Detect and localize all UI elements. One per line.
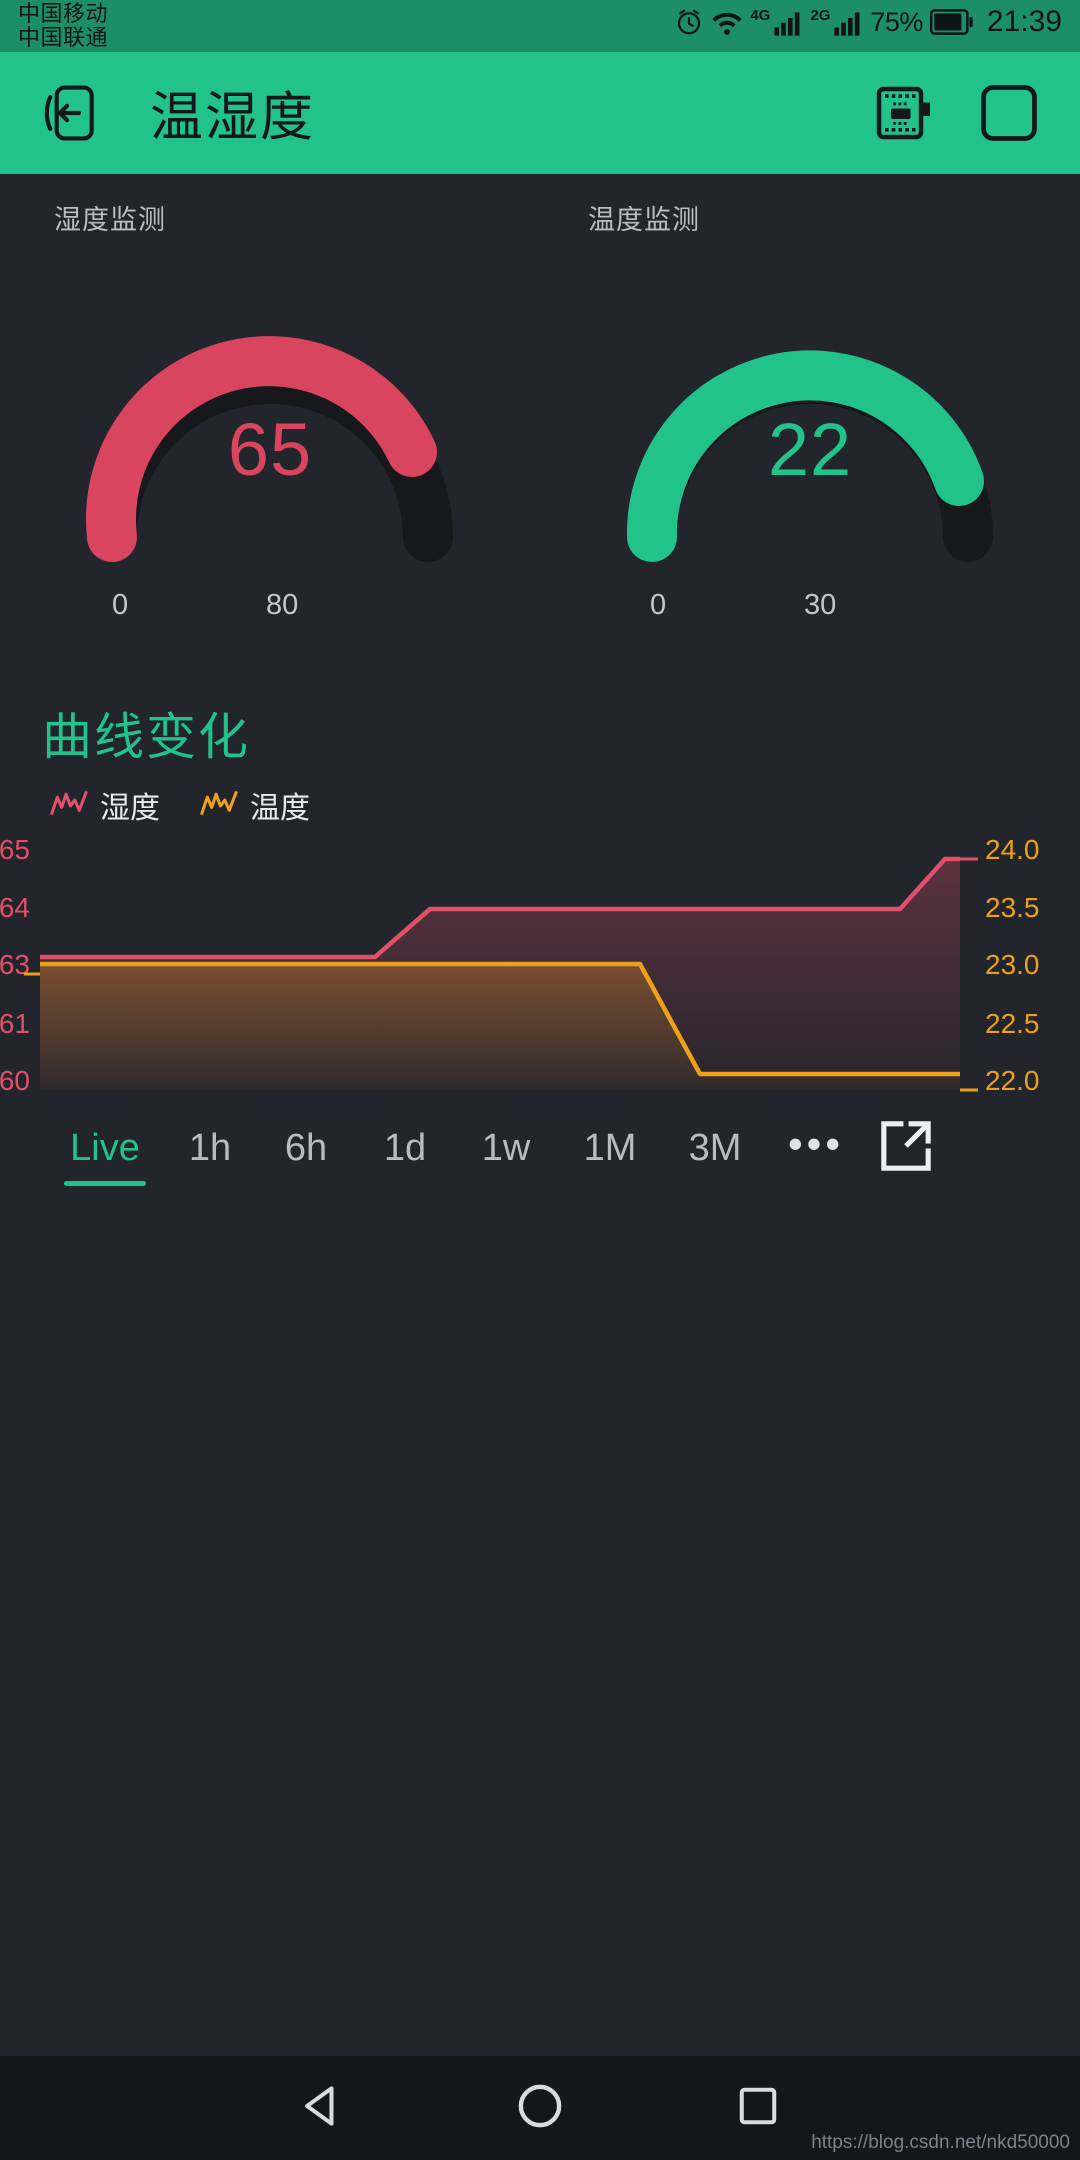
chart-section: 曲线变化 湿度 温度 65 64 63 61 60 24.0 23.5 23.0… [0, 697, 1080, 1189]
watermark-text: https://blog.csdn.net/nkd50000 [811, 2132, 1070, 2153]
network-type-2g-label: 2G [810, 6, 831, 24]
nav-home-circle-icon[interactable] [515, 2081, 565, 2136]
signal-2g-icon [833, 7, 863, 37]
export-fullscreen-icon[interactable] [864, 1117, 948, 1189]
legend-item-humidity[interactable]: 湿度 [50, 783, 160, 827]
spark-line-icon [200, 788, 238, 823]
gauge-min-temperature: 0 [650, 589, 667, 621]
legend-label-humidity: 湿度 [100, 792, 160, 825]
tab-more-button[interactable]: ••• [768, 1120, 864, 1186]
gauge-value-temperature: 22 [767, 408, 853, 491]
app-bar: 温湿度 [0, 52, 1080, 174]
exit-app-icon[interactable] [32, 74, 110, 152]
chart-plot[interactable]: 65 64 63 61 60 24.0 23.5 23.0 22.5 22.0 [0, 837, 1080, 1107]
legend-label-temperature: 温度 [250, 792, 310, 825]
gauge-range-temperature: 0 30 [540, 589, 1080, 635]
tab-1w[interactable]: 1w [454, 1121, 558, 1186]
system-icons: 4G 2G 75% 21:39 [674, 0, 1062, 39]
chart-legend: 湿度 温度 [0, 783, 1080, 827]
svg-text:22.5: 22.5 [985, 1008, 1040, 1039]
svg-text:65: 65 [0, 837, 30, 865]
square-outline-icon[interactable] [970, 74, 1048, 152]
gauge-label-temperature: 温度监测 [588, 205, 700, 235]
tab-live[interactable]: Live [46, 1121, 164, 1186]
nav-recents-square-icon[interactable] [735, 2083, 781, 2134]
chart-title: 曲线变化 [42, 709, 250, 765]
status-clock: 21:39 [986, 5, 1062, 38]
battery-icon [929, 8, 974, 36]
alarm-icon [674, 7, 704, 37]
carrier-secondary: 中国联通 [18, 24, 109, 50]
gauge-min-humidity: 0 [112, 589, 129, 621]
svg-text:23.5: 23.5 [985, 892, 1040, 923]
gauge-max-temperature: 30 [804, 589, 837, 621]
timerange-tabs: Live 1h 6h 1d 1w 1M 3M ••• [0, 1117, 1080, 1189]
gauge-card-humidity: 湿度监测 65 0 80 [0, 198, 540, 635]
tab-1m[interactable]: 1M [558, 1121, 662, 1186]
svg-text:64: 64 [0, 892, 30, 923]
gauge-max-humidity: 80 [266, 589, 299, 621]
spark-line-icon [50, 788, 88, 823]
svg-text:61: 61 [0, 1008, 30, 1039]
gauge-range-humidity: 0 80 [0, 589, 540, 635]
carrier-names: 中国移动 中国联通 [18, 0, 108, 50]
tab-1h[interactable]: 1h [164, 1121, 256, 1186]
wifi-icon [711, 7, 743, 37]
signal-4g-icon [773, 7, 803, 37]
gauge-label-humidity: 湿度监测 [54, 205, 166, 235]
svg-text:60: 60 [0, 1065, 30, 1096]
gauge-value-humidity: 65 [227, 408, 313, 491]
tab-3m[interactable]: 3M [662, 1121, 768, 1186]
gauges-row: 湿度监测 65 0 80 温度监测 22 0 30 [0, 174, 1080, 635]
tab-6h[interactable]: 6h [256, 1121, 356, 1186]
legend-item-temperature[interactable]: 温度 [200, 783, 310, 827]
status-bar: 中国移动 中国联通 4G 2G 75% 21:39 [0, 0, 1080, 52]
network-type-4g-label: 4G [750, 6, 771, 24]
svg-text:23.0: 23.0 [985, 949, 1040, 980]
svg-text:22.0: 22.0 [985, 1065, 1040, 1096]
svg-text:24.0: 24.0 [985, 837, 1040, 865]
battery-percent-label: 75% [870, 6, 923, 37]
tab-1d[interactable]: 1d [356, 1121, 454, 1186]
carrier-primary: 中国移动 [18, 1, 109, 26]
gauge-humidity: 65 [0, 259, 540, 589]
page-title: 温湿度 [150, 88, 315, 147]
chip-board-icon[interactable] [864, 74, 942, 152]
gauge-temperature: 22 [540, 259, 1080, 589]
gauge-card-temperature: 温度监测 22 0 30 [540, 198, 1080, 635]
nav-back-triangle-icon[interactable] [299, 2083, 345, 2134]
